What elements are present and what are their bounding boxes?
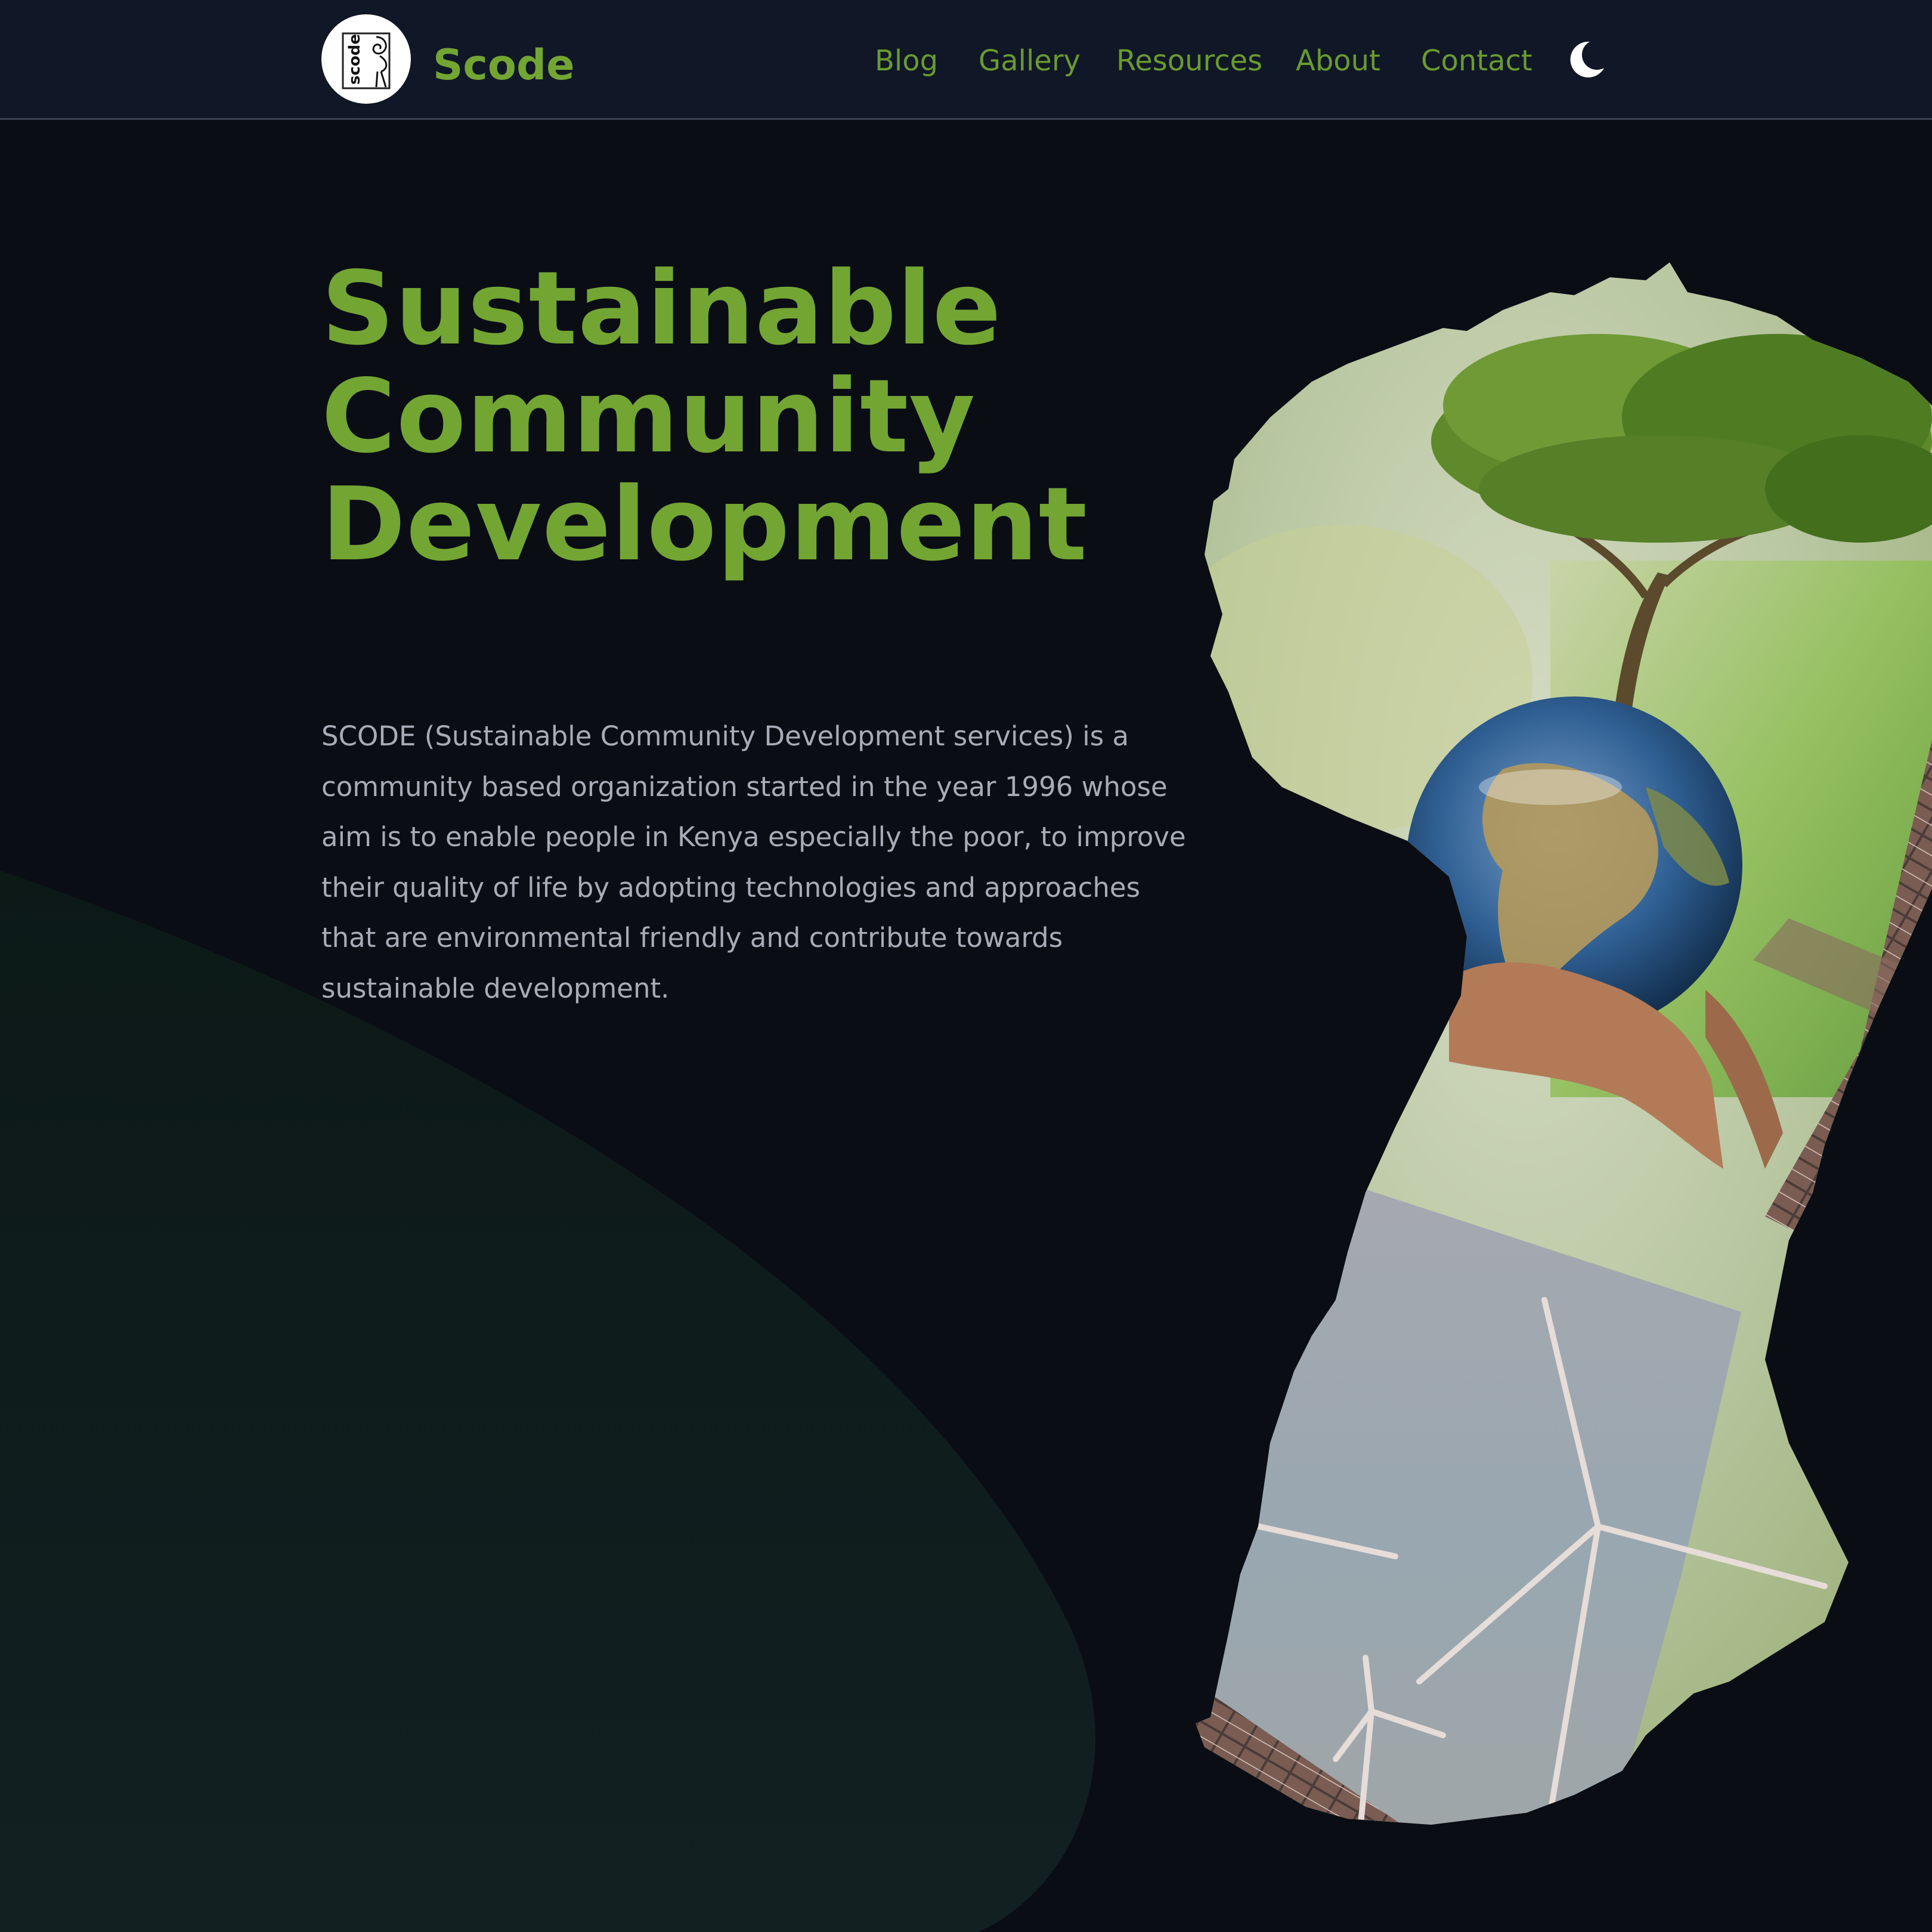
svg-text:scode: scode (346, 34, 364, 85)
hero-title-line: Sustainable (321, 250, 1002, 368)
hero-title: Sustainable Community Development (321, 255, 1156, 579)
site-header: scode Scode Blog Gallery Resources About… (0, 0, 1932, 120)
nav-link-contact[interactable]: Contact (1421, 37, 1532, 85)
africa-collage-image (1193, 262, 1932, 1837)
nav-link-gallery[interactable]: Gallery (979, 37, 1080, 85)
logo[interactable]: scode (321, 14, 411, 104)
nav-link-about[interactable]: About (1296, 37, 1380, 85)
nav-link-blog[interactable]: Blog (875, 37, 938, 85)
brand-name[interactable]: Scode (433, 38, 575, 92)
nav-link-resources[interactable]: Resources (1116, 37, 1262, 85)
hero-title-line: Development (321, 466, 1088, 584)
moon-icon (1570, 41, 1604, 78)
hero-title-line: Community (321, 358, 976, 476)
hero-description: SCODE (Sustainable Community Development… (321, 720, 1186, 1004)
scode-logo-icon: scode (342, 32, 391, 89)
theme-toggle-button[interactable] (1566, 38, 1608, 80)
